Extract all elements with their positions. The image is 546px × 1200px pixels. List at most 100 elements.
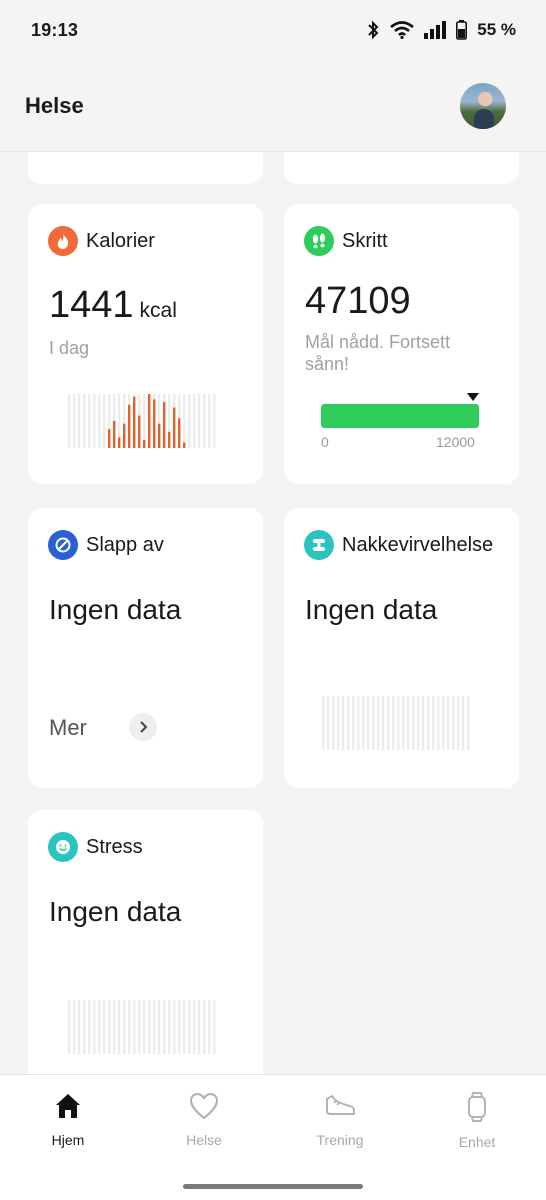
neck-icon [304,530,334,560]
placeholder-bar [402,696,405,750]
placeholder-bar [452,696,455,750]
status-icons: 55 % [366,20,516,40]
neck-title: Nakkevirvelhelse [342,533,494,556]
calories-bar-track [98,394,101,448]
steps-progress-track [321,404,479,428]
placeholder-bar [407,696,410,750]
relax-more-label[interactable]: Mer [49,715,87,741]
wifi-icon [390,21,415,39]
neck-card-header: Nakkevirvelhelse [304,530,493,560]
calories-unit: kcal [139,299,177,322]
steps-message: Mål nådd. Fortsett sånn! [305,332,451,374]
smiley-icon [48,832,78,862]
steps-title: Skritt [342,229,388,252]
placeholder-bar [332,696,335,750]
placeholder-bar [347,696,350,750]
calories-title: Kalorier [86,229,155,252]
partial-card-left[interactable] [28,152,263,184]
calories-bar-track [88,394,91,448]
placeholder-bar [372,696,375,750]
avatar[interactable] [460,82,506,129]
placeholder-bar [462,696,465,750]
placeholder-bar [337,696,340,750]
chevron-right-icon[interactable] [129,713,157,741]
neck-chart-placeholder [322,696,470,750]
nav-item-training[interactable]: Trening [280,1091,400,1148]
placeholder-bar [327,696,330,750]
relax-no-data: Ingen data [49,594,182,625]
page-title: Helse [25,92,84,118]
calories-bar [158,423,161,448]
placeholder-bar [138,1000,141,1054]
placeholder-bar [93,1000,96,1054]
placeholder-bar [422,696,425,750]
neck-card[interactable]: Nakkevirvelhelse Ingen data [284,508,519,788]
calories-bar [148,394,151,448]
calories-bar [118,437,121,448]
placeholder-bar [158,1000,161,1054]
placeholder-bar [203,1000,206,1054]
placeholder-bar [188,1000,191,1054]
nav-item-home[interactable]: Hjem [8,1091,128,1148]
steps-card[interactable]: Skritt 47109 Mål nådd. Fortsett sånn! 0 … [284,204,519,484]
placeholder-bar [367,696,370,750]
relax-card-header: Slapp av [48,530,164,560]
app-header: Helse [0,60,546,152]
placeholder-bar [83,1000,86,1054]
calories-chart [68,394,216,448]
relax-card[interactable]: Slapp av Ingen data Mer [28,508,263,788]
partial-card-right[interactable] [284,152,519,184]
placeholder-bar [173,1000,176,1054]
relax-icon [48,530,78,560]
shoe-icon [324,1091,356,1126]
calories-bar [168,431,171,448]
status-bar: 19:13 55 % [0,0,546,60]
calories-bar-track [198,394,201,448]
signal-icon [424,21,447,39]
placeholder-bar [68,1000,71,1054]
steps-card-header: Skritt [304,226,388,256]
placeholder-bar [467,696,470,750]
calories-bar [128,404,131,448]
calories-bar [173,407,176,448]
calories-bar [123,423,126,448]
calories-bar [153,399,156,448]
placeholder-bar [123,1000,126,1054]
calories-bar-track [68,394,71,448]
nav-label-health: Helse [186,1132,222,1148]
nav-item-health[interactable]: Helse [144,1091,264,1148]
calories-bar-track [183,394,186,448]
placeholder-bar [392,696,395,750]
stress-title: Stress [86,835,143,858]
steps-scale-min: 0 [321,434,329,450]
calories-bar [108,429,111,448]
calories-bar-track [203,394,206,448]
steps-progress-fill [321,404,479,428]
placeholder-bar [98,1000,101,1054]
calories-bar [138,415,141,448]
calories-bar-track [93,394,96,448]
stress-card[interactable]: Stress Ingen data [28,810,263,1074]
placeholder-bar [387,696,390,750]
placeholder-bar [457,696,460,750]
nav-item-device[interactable]: Enhet [417,1091,537,1150]
calories-card[interactable]: Kalorier 1441 kcal I dag [28,204,263,484]
placeholder-bar [183,1000,186,1054]
calories-bar [113,421,116,448]
placeholder-bar [442,696,445,750]
calories-value: 1441 [49,284,134,326]
placeholder-bar [432,696,435,750]
neck-no-data: Ingen data [305,594,438,625]
dashboard-content[interactable]: Kalorier 1441 kcal I dag Skritt 47109 Mål… [0,152,546,1074]
placeholder-bar [357,696,360,750]
calories-bar-track [78,394,81,448]
placeholder-bar [148,1000,151,1054]
calories-bar [183,442,186,448]
placeholder-bar [208,1000,211,1054]
calories-bar [143,439,146,448]
status-time: 19:13 [31,19,79,40]
heart-icon [188,1091,220,1126]
battery-icon [456,20,468,40]
placeholder-bar [342,696,345,750]
home-indicator[interactable] [183,1184,363,1189]
